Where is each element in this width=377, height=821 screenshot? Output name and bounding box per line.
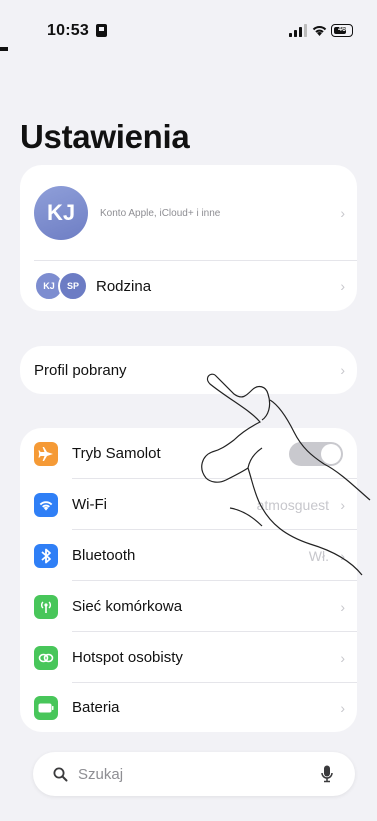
search-bar[interactable] <box>33 752 355 796</box>
battery-level: 46 <box>338 26 346 33</box>
family-avatars: KJ SP <box>34 271 88 301</box>
profile-card: Profil pobrany › <box>20 346 357 394</box>
profile-row[interactable]: Profil pobrany › <box>20 346 357 394</box>
page-title: Ustawienia <box>20 118 190 155</box>
status-bar: 10:53 46 <box>0 0 377 60</box>
chevron-right-icon: › <box>340 547 345 564</box>
bluetooth-value: Wł. <box>308 547 329 564</box>
wifi-status-icon <box>312 26 327 36</box>
antenna-icon <box>34 594 58 619</box>
account-subtitle: Konto Apple, iCloud+ i inne <box>100 207 221 219</box>
family-avatar: SP <box>58 271 88 301</box>
chevron-right-icon: › <box>340 205 345 221</box>
cellular-label: Sieć komórkowa <box>72 598 183 615</box>
cellular-row[interactable]: Sieć komórkowa › <box>20 581 357 632</box>
bluetooth-label: Bluetooth <box>72 547 136 564</box>
chevron-right-icon: › <box>340 598 345 615</box>
settings-card: Tryb Samolot Wi-Fi atmosguest › Bluetoot… <box>20 428 357 732</box>
chevron-right-icon: › <box>340 278 345 294</box>
chevron-right-icon: › <box>340 362 345 378</box>
battery-status-icon: 46 <box>331 24 353 37</box>
wifi-label: Wi-Fi <box>72 496 107 513</box>
search-icon <box>53 767 68 781</box>
bluetooth-icon <box>34 543 58 568</box>
avatar: KJ <box>34 186 88 240</box>
calendar-icon <box>96 24 107 37</box>
chevron-right-icon: › <box>340 699 345 716</box>
hotspot-label: Hotspot osobisty <box>72 649 183 666</box>
family-row[interactable]: KJ SP Rodzina › <box>20 261 357 311</box>
status-time: 10:53 <box>47 22 89 39</box>
search-input[interactable] <box>76 764 320 784</box>
chevron-right-icon: › <box>340 649 345 666</box>
hotspot-row[interactable]: Hotspot osobisty › <box>20 632 357 683</box>
battery-label: Bateria <box>72 699 120 716</box>
airplane-mode-label: Tryb Samolot <box>72 445 161 462</box>
account-card: KJ Konto Apple, iCloud+ i inne › KJ SP R… <box>20 165 357 311</box>
airplane-icon <box>34 441 58 466</box>
profile-label: Profil pobrany <box>34 361 127 379</box>
battery-row[interactable]: Bateria › <box>20 683 357 732</box>
chevron-right-icon: › <box>340 496 345 513</box>
microphone-icon[interactable] <box>321 765 333 783</box>
wifi-value: atmosguest <box>256 496 329 513</box>
battery-icon <box>34 695 58 720</box>
signal-icon <box>289 24 307 37</box>
bluetooth-row[interactable]: Bluetooth Wł. › <box>20 530 357 581</box>
airplane-mode-row[interactable]: Tryb Samolot <box>20 428 357 479</box>
edge-mark <box>0 47 8 51</box>
hotspot-icon <box>34 645 58 670</box>
airplane-mode-toggle[interactable] <box>289 441 343 466</box>
family-label: Rodzina <box>96 277 152 295</box>
wifi-row[interactable]: Wi-Fi atmosguest › <box>20 479 357 530</box>
account-row[interactable]: KJ Konto Apple, iCloud+ i inne › <box>20 165 357 261</box>
wifi-icon <box>34 492 58 517</box>
